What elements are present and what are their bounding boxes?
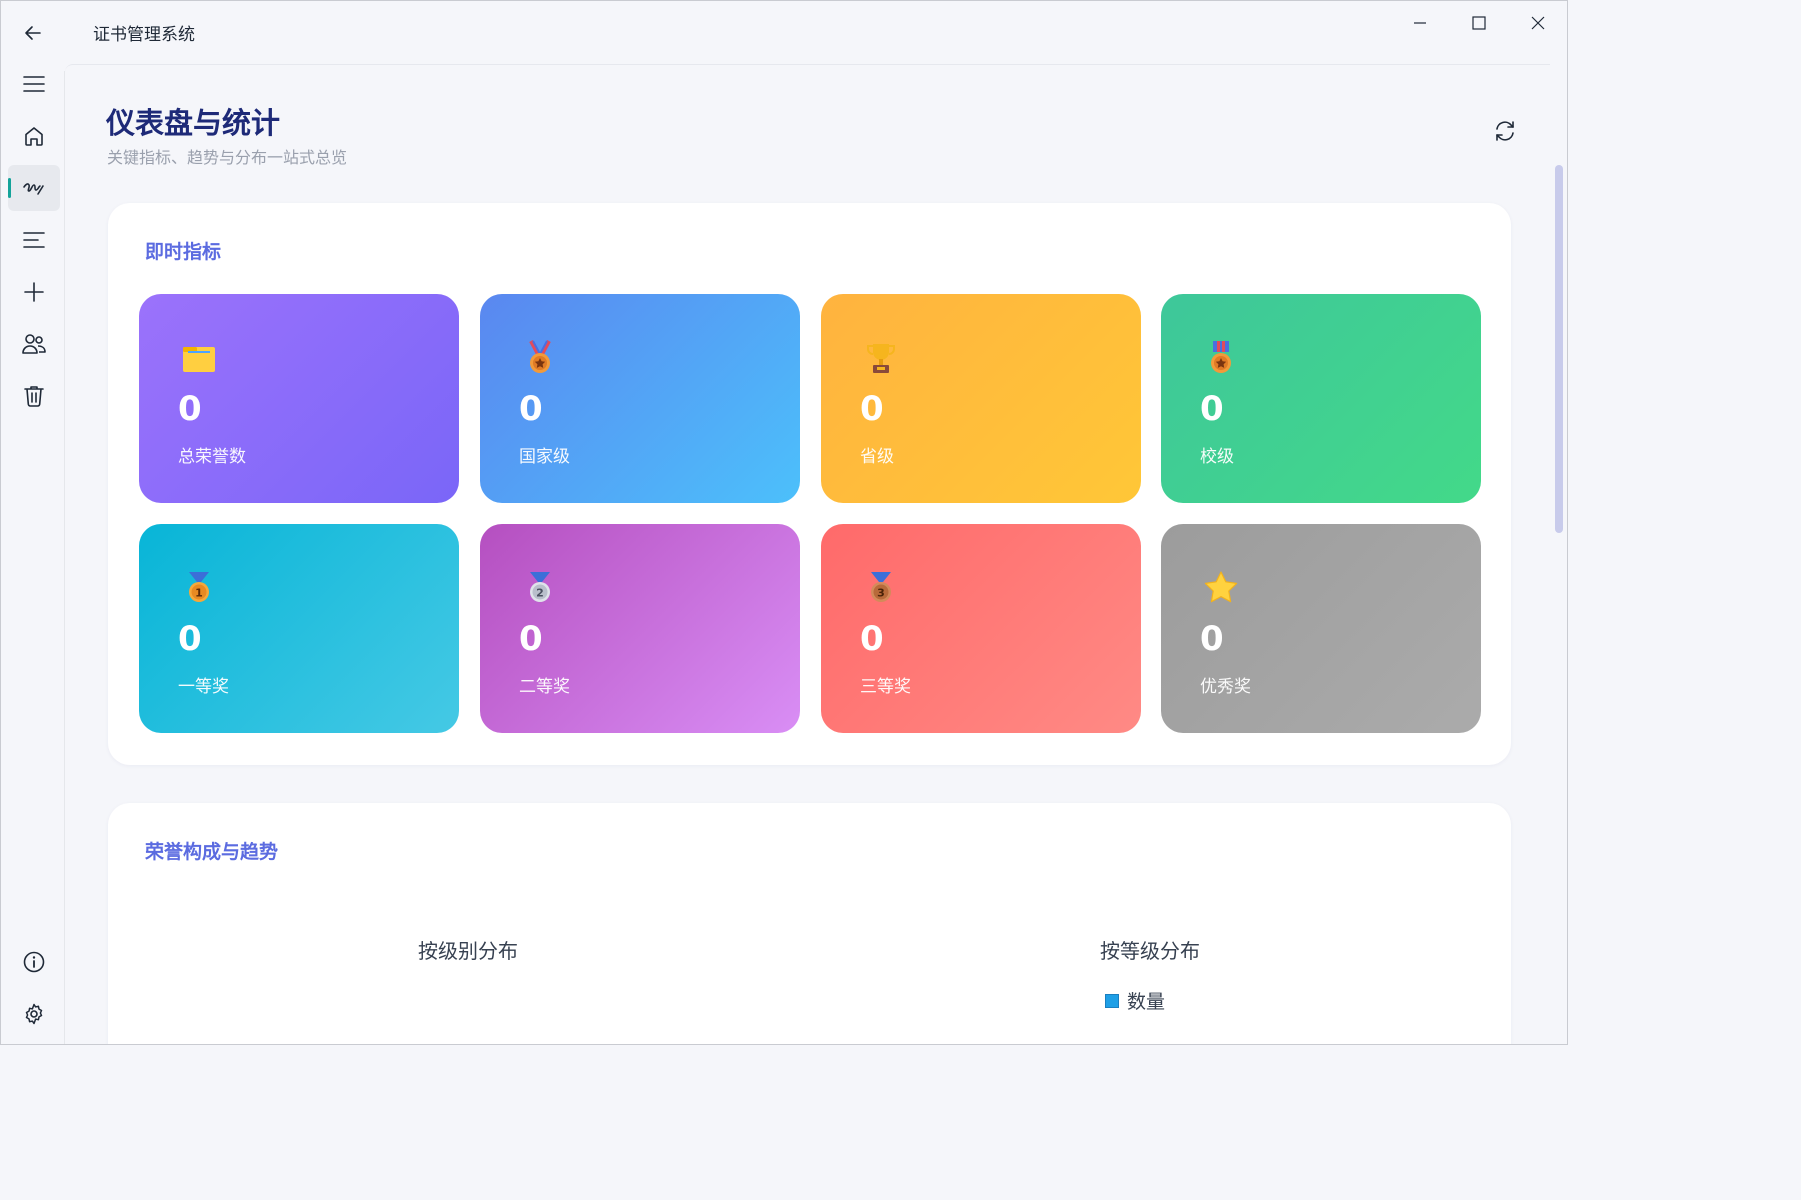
svg-text:1: 1 xyxy=(195,587,203,600)
home-icon xyxy=(25,127,43,146)
folder-icon xyxy=(183,347,215,372)
metric-value: 0 xyxy=(860,389,884,429)
metric-value: 0 xyxy=(178,389,202,429)
sidebar-item-users[interactable] xyxy=(8,321,60,367)
main-content: 仪表盘与统计 关键指标、趋势与分布一站式总览 即时指标 0 总荣誉数 0 国家级… xyxy=(65,64,1550,1044)
metric-tile-provincial[interactable]: 0 省级 xyxy=(821,294,1141,503)
users-icon xyxy=(22,334,46,354)
charts-section-title: 荣誉构成与趋势 xyxy=(145,841,279,863)
vertical-scrollbar[interactable] xyxy=(1555,165,1563,533)
maximize-icon xyxy=(1471,16,1486,30)
level-distribution-chart-title: 按级别分布 xyxy=(418,939,518,963)
grade-distribution-chart-title: 按等级分布 xyxy=(1100,939,1200,963)
badge-medal-icon xyxy=(1211,341,1231,373)
medal-icon xyxy=(529,340,551,373)
second-place-medal-icon: 2 xyxy=(530,572,550,602)
signature-icon xyxy=(23,183,44,195)
back-button[interactable] xyxy=(1,1,64,64)
metric-tile-excellence[interactable]: 0 优秀奖 xyxy=(1161,524,1481,733)
metric-value: 0 xyxy=(519,619,543,659)
refresh-button[interactable] xyxy=(1489,115,1521,147)
page-title: 仪表盘与统计 xyxy=(106,106,281,140)
sidebar-item-dashboard[interactable] xyxy=(8,165,60,211)
app-window: 证书管理系统 仪表盘与统计 关键指标、趋势与分布一站式总览 即时指标 0 总荣誉… xyxy=(0,0,1568,1045)
trash-icon xyxy=(24,386,44,407)
svg-text:3: 3 xyxy=(877,587,885,600)
refresh-icon xyxy=(1496,121,1514,141)
metric-label: 校级 xyxy=(1200,447,1234,467)
metric-value: 0 xyxy=(1200,619,1224,659)
svg-text:2: 2 xyxy=(536,587,544,600)
gear-icon xyxy=(25,1003,43,1025)
metric-label: 优秀奖 xyxy=(1200,677,1251,697)
metric-tile-third-prize[interactable]: 3 0 三等奖 xyxy=(821,524,1141,733)
star-icon xyxy=(1204,571,1238,603)
metric-label: 总荣誉数 xyxy=(178,447,246,467)
sidebar-item-menu[interactable] xyxy=(8,61,60,107)
info-icon xyxy=(23,951,45,973)
sidebar-item-settings[interactable] xyxy=(8,991,60,1037)
metric-label: 三等奖 xyxy=(860,677,911,697)
sidebar-item-add[interactable] xyxy=(8,269,60,315)
metric-value: 0 xyxy=(178,619,202,659)
legend-label: 数量 xyxy=(1127,991,1166,1013)
metric-value: 0 xyxy=(519,389,543,429)
first-place-medal-icon: 1 xyxy=(189,572,209,602)
metric-tile-second-prize[interactable]: 2 0 二等奖 xyxy=(480,524,800,733)
plus-icon xyxy=(24,282,44,302)
metric-value: 0 xyxy=(1200,389,1224,429)
metric-label: 国家级 xyxy=(519,447,570,467)
maximize-button[interactable] xyxy=(1449,1,1508,45)
metric-value: 0 xyxy=(860,619,884,659)
window-controls xyxy=(1390,1,1567,45)
metric-tile-first-prize[interactable]: 1 0 一等奖 xyxy=(139,524,459,733)
back-arrow-icon xyxy=(24,25,41,40)
metric-label: 省级 xyxy=(860,447,894,467)
close-button[interactable] xyxy=(1508,1,1567,45)
trophy-icon xyxy=(867,344,895,373)
list-icon xyxy=(23,232,45,248)
metric-tile-school[interactable]: 0 校级 xyxy=(1161,294,1481,503)
chart-legend[interactable]: 数量 xyxy=(1105,987,1165,1014)
sidebar-item-list[interactable] xyxy=(8,217,60,263)
minimize-icon xyxy=(1413,22,1426,24)
sidebar-item-home[interactable] xyxy=(8,113,60,159)
metric-label: 一等奖 xyxy=(178,677,229,697)
app-title: 证书管理系统 xyxy=(93,25,195,45)
metrics-card: 即时指标 0 总荣誉数 0 国家级 0 省级 0 校级 1 0 一等奖 2 0 … xyxy=(108,203,1511,765)
hamburger-icon xyxy=(23,76,45,92)
minimize-button[interactable] xyxy=(1390,1,1449,45)
sidebar-item-trash[interactable] xyxy=(8,373,60,419)
page-subtitle: 关键指标、趋势与分布一站式总览 xyxy=(107,148,348,167)
metrics-section-title: 即时指标 xyxy=(145,241,222,263)
metric-label: 二等奖 xyxy=(519,677,570,697)
legend-swatch xyxy=(1105,993,1119,1008)
sidebar-item-info[interactable] xyxy=(8,939,60,985)
title-bar: 证书管理系统 xyxy=(1,1,1567,64)
third-place-medal-icon: 3 xyxy=(871,572,891,602)
sidebar xyxy=(1,64,64,1044)
charts-card: 荣誉构成与趋势 按级别分布 按等级分布 数量 xyxy=(108,803,1511,1044)
metric-tile-total[interactable]: 0 总荣誉数 xyxy=(139,294,459,503)
close-icon xyxy=(1531,16,1544,30)
metric-tile-national[interactable]: 0 国家级 xyxy=(480,294,800,503)
